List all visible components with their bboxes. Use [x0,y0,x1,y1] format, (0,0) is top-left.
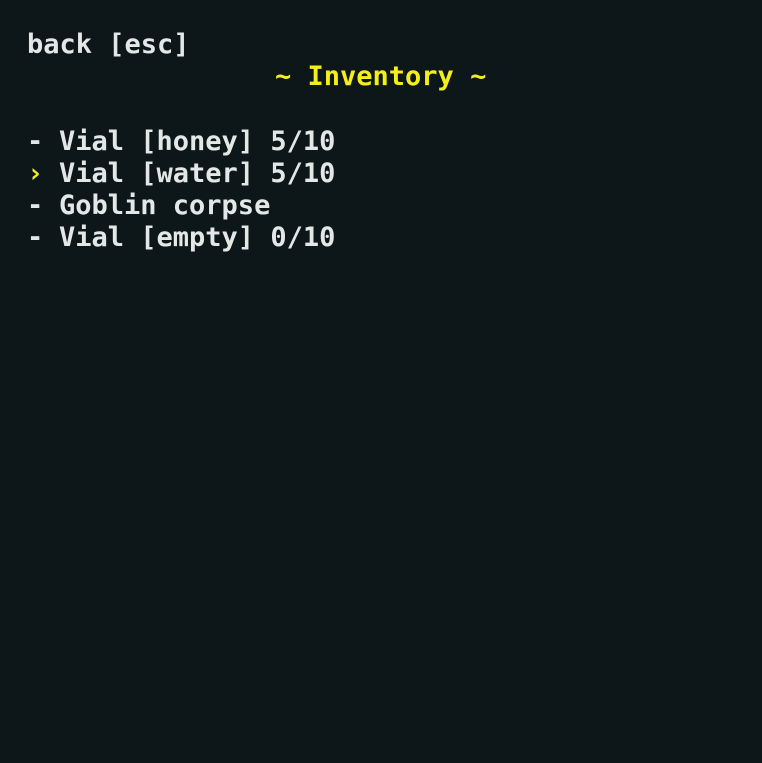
inventory-item-label: Vial [empty] 0/10 [59,222,336,253]
inventory-item-label: Goblin corpse [59,190,271,221]
bullet-dash-icon: - [27,126,44,157]
bullet-dash-icon: - [27,190,44,221]
inventory-item-goblin-corpse[interactable]: - Goblin corpse [27,190,335,222]
inventory-item-honey-vial[interactable]: - Vial [honey] 5/10 [27,126,335,158]
inventory-title: ~ Inventory ~ [275,61,487,92]
inventory-item-empty-vial[interactable]: - Vial [empty] 0/10 [27,222,335,254]
inventory-item-label: Vial [water] 5/10 [59,158,336,189]
inventory-item-water-vial[interactable]: › Vial [water] 5/10 [27,158,335,190]
inventory-item-label: Vial [honey] 5/10 [59,126,336,157]
bullet-dash-icon: - [27,222,44,253]
back-button[interactable]: back [esc] [27,29,190,61]
selection-cursor-icon: › [27,158,44,189]
inventory-list: - Vial [honey] 5/10 › Vial [water] 5/10 … [27,126,335,254]
